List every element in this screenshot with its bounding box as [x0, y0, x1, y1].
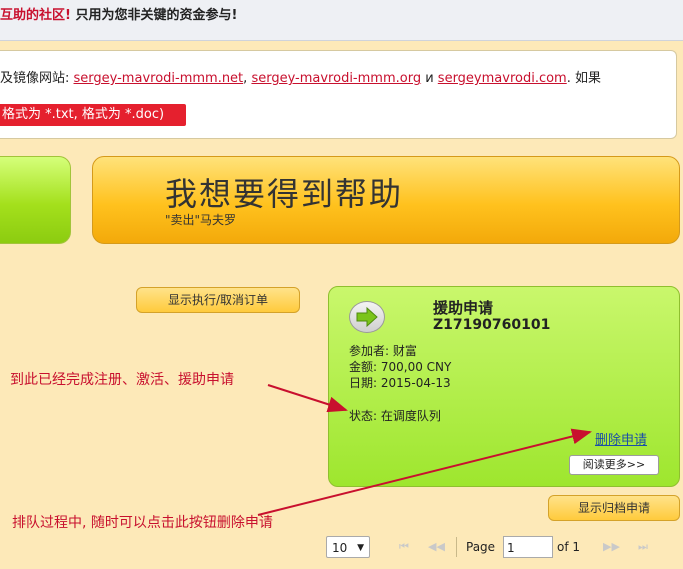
page-of-label: of 1 [557, 540, 581, 554]
last-page-icon[interactable]: ⏭ [638, 536, 648, 558]
prev-page-icon[interactable]: ◀◀ [428, 536, 445, 558]
pager-divider [456, 537, 457, 557]
annotation-arrows [257, 384, 592, 516]
page-size-select[interactable]: 10 ▼ [326, 536, 370, 558]
page-label: Page [466, 540, 496, 554]
arrow-to-status [267, 384, 348, 413]
next-page-icon[interactable]: ▶▶ [603, 536, 620, 558]
page-size-value: 10 [332, 541, 348, 555]
first-page-icon[interactable]: ⏮ [399, 536, 409, 558]
chevron-down-icon: ▼ [357, 543, 364, 553]
arrow-to-delete [257, 428, 592, 516]
page-number-input[interactable]: 1 [503, 536, 553, 558]
